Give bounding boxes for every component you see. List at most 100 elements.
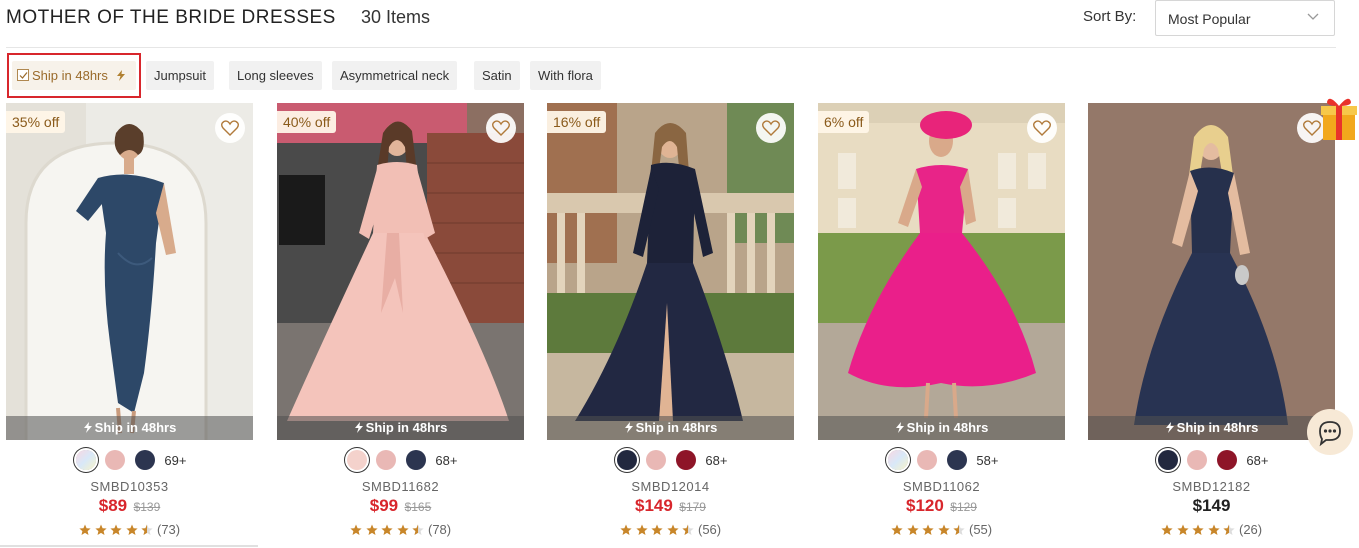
review-count: (55) — [969, 522, 993, 537]
filter-chip-label: Satin — [482, 68, 512, 83]
sale-price: $149 — [635, 496, 673, 515]
rating: (78) — [277, 522, 524, 537]
more-colors[interactable]: 69+ — [164, 453, 186, 468]
product-sku: SMBD12182 — [1172, 479, 1251, 494]
wishlist-heart-icon[interactable] — [1027, 113, 1057, 143]
chat-bubble-icon[interactable] — [1307, 409, 1353, 455]
filter-chip-asymmetrical-neck[interactable]: Asymmetrical neck — [332, 61, 458, 90]
checkbox-icon[interactable] — [17, 69, 29, 81]
filter-chip-jumpsuit[interactable]: Jumpsuit — [146, 61, 215, 90]
sort-value: Most Popular — [1168, 11, 1251, 27]
color-swatch[interactable] — [616, 450, 637, 470]
chevron-down-icon — [1306, 9, 1320, 23]
price-row: $149 — [1088, 496, 1335, 516]
product-card[interactable]: 16% off Ship in 48hrs 68+ SMBD12014 $149… — [547, 103, 794, 548]
item-count: 30 Items — [361, 7, 431, 27]
color-swatch[interactable] — [1216, 450, 1237, 470]
gift-box-icon[interactable] — [1317, 92, 1359, 142]
ship-48hrs-banner: Ship in 48hrs — [547, 416, 794, 440]
sale-price: $89 — [98, 496, 128, 515]
sale-price: $120 — [906, 496, 944, 515]
color-swatch[interactable] — [134, 450, 155, 470]
rating: (56) — [547, 522, 794, 537]
ship-label: Ship in 48hrs — [635, 420, 718, 435]
color-swatch[interactable] — [1157, 450, 1178, 470]
original-price: $165 — [404, 500, 432, 514]
original-price: $129 — [950, 500, 977, 514]
regular-price: $149 — [1192, 496, 1231, 515]
divider — [0, 545, 258, 547]
discount-badge: 16% off — [547, 111, 607, 133]
filter-chip-label: Asymmetrical neck — [340, 68, 450, 83]
product-image[interactable]: Ship in 48hrs — [1088, 103, 1335, 440]
more-colors[interactable]: 68+ — [435, 453, 457, 468]
filter-chip-satin[interactable]: Satin — [474, 61, 520, 90]
sort-dropdown[interactable]: Most Popular — [1155, 0, 1335, 36]
color-swatch[interactable] — [646, 450, 667, 470]
sale-price: $99 — [369, 496, 399, 515]
sort-label: Sort By: — [1083, 8, 1137, 25]
color-swatch[interactable] — [887, 450, 908, 470]
color-swatch[interactable] — [675, 450, 696, 470]
more-colors[interactable]: 68+ — [705, 453, 727, 468]
review-count: (56) — [698, 522, 722, 537]
discount-badge: 35% off — [6, 111, 66, 133]
color-swatch[interactable] — [405, 450, 426, 470]
price-row: $89 $139 — [6, 496, 253, 516]
product-card[interactable]: Ship in 48hrs 68+ SMBD12182 $149 (26) — [1088, 103, 1335, 548]
filter-chip-label: Jumpsuit — [154, 68, 207, 83]
product-sku: SMBD11062 — [902, 479, 981, 494]
wishlist-heart-icon[interactable] — [486, 113, 516, 143]
color-swatches: 68+ — [547, 450, 794, 470]
product-sku: SMBD10353 — [90, 479, 169, 494]
wishlist-heart-icon[interactable] — [215, 113, 245, 143]
product-image[interactable]: 6% off Ship in 48hrs — [818, 103, 1065, 440]
color-swatch[interactable] — [1187, 450, 1208, 470]
color-swatch[interactable] — [376, 450, 397, 470]
ship-48hrs-banner: Ship in 48hrs — [1088, 416, 1335, 440]
price-row: $149 $179 — [547, 496, 794, 516]
product-image[interactable]: 16% off Ship in 48hrs — [547, 103, 794, 440]
bolt-icon — [116, 62, 126, 91]
product-card[interactable]: 35% off Ship in 48hrs 69+ SMBD10353 $89 … — [6, 103, 253, 548]
review-count: (26) — [1239, 522, 1263, 537]
star-rating-icon — [1161, 522, 1239, 537]
discount-badge: 40% off — [277, 111, 337, 133]
original-price: $139 — [133, 500, 161, 514]
color-swatch[interactable] — [917, 450, 938, 470]
product-card[interactable]: 40% off Ship in 48hrs 68+ SMBD11682 $99 … — [277, 103, 524, 548]
product-image[interactable]: 35% off Ship in 48hrs — [6, 103, 253, 440]
color-swatch[interactable] — [105, 450, 126, 470]
review-count: (78) — [428, 522, 452, 537]
product-sku: SMBD12014 — [631, 479, 710, 494]
color-swatch[interactable] — [946, 450, 967, 470]
review-count: (73) — [157, 522, 181, 537]
ship-label: Ship in 48hrs — [1176, 420, 1259, 435]
color-swatches: 68+ — [1088, 450, 1335, 470]
color-swatch[interactable] — [75, 450, 96, 470]
filter-chip-long-sleeves[interactable]: Long sleeves — [229, 61, 322, 90]
star-rating-icon — [79, 522, 157, 537]
star-rating-icon — [350, 522, 428, 537]
more-colors[interactable]: 68+ — [1246, 453, 1268, 468]
product-image[interactable]: 40% off Ship in 48hrs — [277, 103, 524, 440]
rating: (26) — [1088, 522, 1335, 537]
ship-label: Ship in 48hrs — [94, 420, 177, 435]
ship-48hrs-banner: Ship in 48hrs — [6, 416, 253, 440]
star-rating-icon — [620, 522, 698, 537]
wishlist-heart-icon[interactable] — [756, 113, 786, 143]
filter-chip-label: Long sleeves — [237, 68, 314, 83]
star-rating-icon — [891, 522, 969, 537]
rating: (55) — [818, 522, 1065, 537]
color-swatches: 69+ — [6, 450, 253, 470]
color-swatch[interactable] — [346, 450, 367, 470]
ship-48hrs-banner: Ship in 48hrs — [818, 416, 1065, 440]
filter-chip-ship-48hrs[interactable]: Ship in 48hrs — [12, 61, 136, 90]
rating: (73) — [6, 522, 253, 537]
filter-chip-with-flora[interactable]: With flora — [530, 61, 601, 90]
product-card[interactable]: 6% off Ship in 48hrs 58+ SMBD11062 $120 … — [818, 103, 1065, 548]
more-colors[interactable]: 58+ — [976, 453, 998, 468]
ship-48hrs-banner: Ship in 48hrs — [277, 416, 524, 440]
color-swatches: 58+ — [818, 450, 1065, 470]
product-sku: SMBD11682 — [361, 479, 440, 494]
